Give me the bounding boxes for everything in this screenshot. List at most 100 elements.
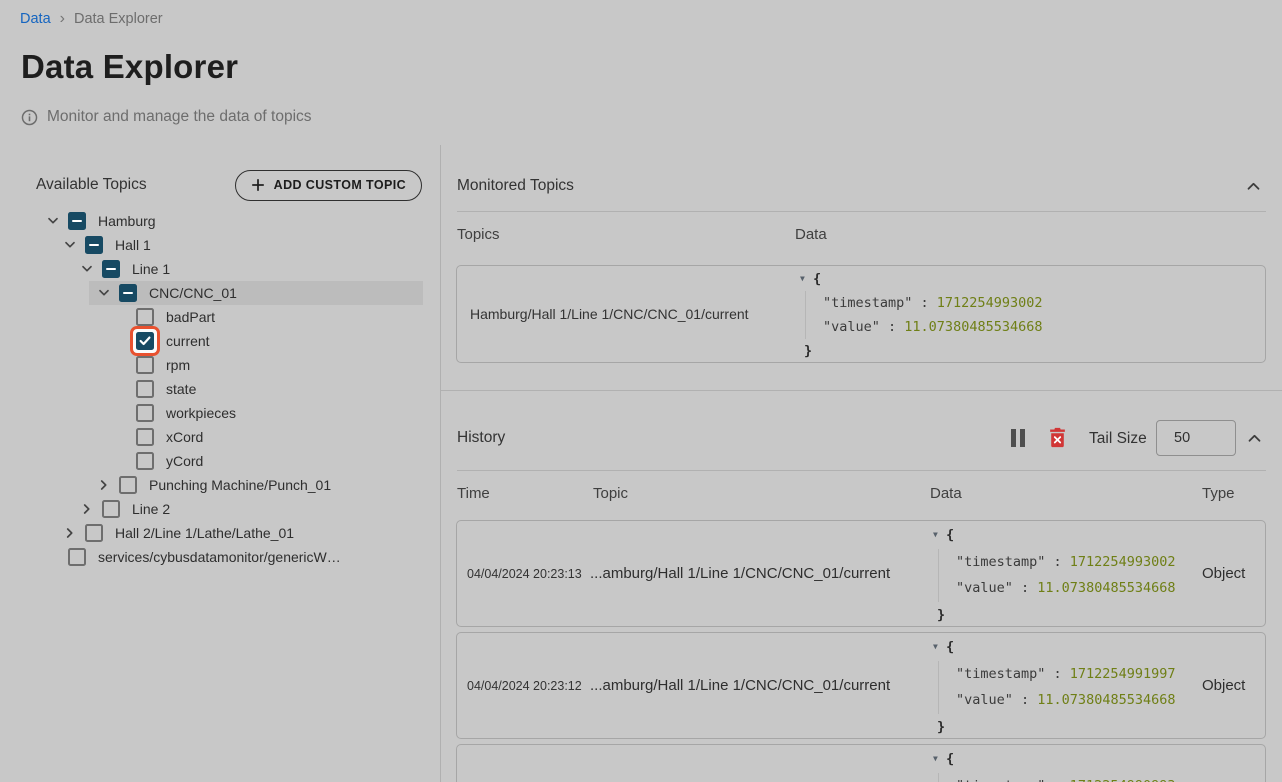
section-divider [441, 390, 1282, 391]
indeterminate-mark [72, 220, 82, 222]
history-column-topic: Topic [593, 485, 628, 502]
json-entry: "value" : 11.07380485534668 [956, 575, 1175, 602]
json-key: "value" [956, 580, 1013, 596]
tree-checkbox-indeterminate[interactable] [102, 260, 120, 278]
tree-item-label: Hamburg [98, 213, 156, 229]
breadcrumb-current: Data Explorer [74, 11, 163, 27]
tree-item-line-1[interactable]: Line 1 [0, 257, 440, 281]
json-key: "timestamp" [956, 554, 1045, 570]
json-open-line: ▼{ [933, 522, 1175, 549]
tree-item-label: Hall 1 [115, 237, 151, 253]
tree-checkbox-unchecked[interactable] [136, 404, 154, 422]
monitored-column-topics: Topics [457, 226, 500, 243]
json-entry: "value" : 11.07380485534668 [956, 687, 1175, 714]
tree-item-state[interactable]: state [0, 377, 440, 401]
tree-item-label: workpieces [166, 405, 236, 421]
json-close-line: } [800, 339, 1042, 363]
json-open-line: ▼{ [933, 746, 1175, 773]
json-close-brace: } [937, 607, 945, 623]
tree-item-hamburg[interactable]: Hamburg [0, 209, 440, 233]
chevron-right-icon[interactable] [97, 473, 119, 497]
tree-checkbox-unchecked[interactable] [68, 548, 86, 566]
json-collapse-icon[interactable]: ▼ [800, 267, 813, 291]
tree-item-label: Punching Machine/Punch_01 [149, 477, 331, 493]
tree-item-punching-machine-punch-01[interactable]: Punching Machine/Punch_01 [0, 473, 440, 497]
tree-checkbox-unchecked[interactable] [136, 428, 154, 446]
history-collapse-chevron-up-icon[interactable] [1247, 431, 1262, 446]
tree-checkbox-indeterminate[interactable] [68, 212, 86, 230]
tree-item-label: xCord [166, 429, 203, 445]
chevron-down-icon[interactable] [97, 281, 119, 305]
tree-checkbox-checked[interactable] [136, 332, 154, 350]
json-collapse-icon[interactable]: ▼ [933, 522, 946, 549]
monitored-collapse-chevron-up-icon[interactable] [1246, 179, 1261, 194]
json-open-brace: { [946, 639, 954, 655]
page-title: Data Explorer [21, 48, 238, 86]
json-close-brace: } [804, 343, 812, 359]
tree-checkbox-indeterminate[interactable] [85, 236, 103, 254]
history-topic: ...amburg/Hall 1/Line 1/CNC/CNC_01/curre… [590, 521, 890, 626]
history-column-time: Time [457, 485, 490, 502]
monitored-column-data: Data [795, 226, 827, 243]
json-close-line: } [933, 602, 1175, 629]
json-colon: : [880, 319, 904, 335]
tree-checkbox-unchecked[interactable] [102, 500, 120, 518]
tree-item-cnc-cnc-01[interactable]: CNC/CNC_01 [0, 281, 440, 305]
json-collapse-icon[interactable]: ▼ [933, 746, 946, 773]
pause-icon[interactable] [1011, 429, 1025, 447]
add-custom-topic-button[interactable]: ADD CUSTOM TOPIC [235, 170, 422, 201]
tail-size-input[interactable] [1156, 420, 1236, 456]
json-entry: "value" : 11.07380485534668 [823, 315, 1042, 339]
tree-checkbox-unchecked[interactable] [119, 476, 137, 494]
tree-item-badpart[interactable]: badPart [0, 305, 440, 329]
available-topics-header: Available Topics ADD CUSTOM TOPIC [36, 169, 422, 201]
tree-item-label: yCord [166, 453, 203, 469]
clear-history-trash-icon[interactable] [1048, 427, 1067, 448]
history-data: ▼{ "timestamp" : 1712254991997"value" : 1… [933, 634, 1175, 740]
chevron-down-icon[interactable] [80, 257, 102, 281]
tree-checkbox-indeterminate[interactable] [119, 284, 137, 302]
history-data: ▼{"timestamp" : 1712254990993} [933, 746, 1175, 782]
breadcrumb-link-data[interactable]: Data [20, 11, 51, 27]
tree-item-ycord[interactable]: yCord [0, 449, 440, 473]
tree-item-workpieces[interactable]: workpieces [0, 401, 440, 425]
json-collapse-icon[interactable]: ▼ [933, 634, 946, 661]
json-close-line: } [933, 714, 1175, 741]
tree-item-rpm[interactable]: rpm [0, 353, 440, 377]
available-topics-tree: Hamburg Hall 1 Line 1 CNC/CNC_01 badPartcurr… [0, 209, 440, 569]
json-key: "value" [956, 692, 1013, 708]
chevron-spacer [46, 545, 68, 569]
json-key: "timestamp" [956, 666, 1045, 682]
breadcrumb-separator-icon: › [60, 12, 65, 26]
tree-item-line-2[interactable]: Line 2 [0, 497, 440, 521]
tree-item-xcord[interactable]: xCord [0, 425, 440, 449]
json-viewer: ▼{"timestamp" : 1712254990993} [933, 746, 1175, 782]
chevron-right-icon[interactable] [63, 521, 85, 545]
chevron-right-icon[interactable] [80, 497, 102, 521]
history-row: ▼{"timestamp" : 1712254990993} [456, 744, 1266, 782]
tree-item-hall-2-line-1-lathe-lathe-01[interactable]: Hall 2/Line 1/Lathe/Lathe_01 [0, 521, 440, 545]
json-entry: "timestamp" : 1712254993002 [956, 549, 1175, 576]
monitored-topic-path: Hamburg/Hall 1/Line 1/CNC/CNC_01/current [470, 266, 749, 362]
tree-checkbox-unchecked[interactable] [136, 356, 154, 374]
tree-item-label: CNC/CNC_01 [149, 285, 237, 301]
tree-checkbox-unchecked[interactable] [136, 380, 154, 398]
chevron-down-icon[interactable] [63, 233, 85, 257]
json-children: "timestamp" : 1712254990993 [938, 773, 1175, 782]
tree-checkbox-unchecked[interactable] [136, 452, 154, 470]
json-children: "timestamp" : 1712254991997"value" : 11.… [938, 661, 1175, 714]
json-value: 1712254990993 [1070, 778, 1176, 782]
add-custom-topic-label: ADD CUSTOM TOPIC [274, 178, 406, 192]
monitored-topic-data: ▼{"timestamp" : 1712254993002"value" : 1… [800, 267, 1042, 363]
tree-checkbox-unchecked[interactable] [85, 524, 103, 542]
json-key: "timestamp" [956, 778, 1045, 782]
tree-item-services-cybusdatamonitor-genericw[interactable]: services/cybusdatamonitor/genericW… [0, 545, 440, 569]
tree-item-current[interactable]: current [0, 329, 440, 353]
tree-checkbox-unchecked[interactable] [136, 308, 154, 326]
json-close-brace: } [937, 719, 945, 735]
tree-item-label: state [166, 381, 196, 397]
tree-item-hall-1[interactable]: Hall 1 [0, 233, 440, 257]
history-time: 04/04/2024 20:23:13 [467, 521, 582, 626]
json-value: 11.07380485534668 [904, 319, 1042, 335]
chevron-down-icon[interactable] [46, 209, 68, 233]
